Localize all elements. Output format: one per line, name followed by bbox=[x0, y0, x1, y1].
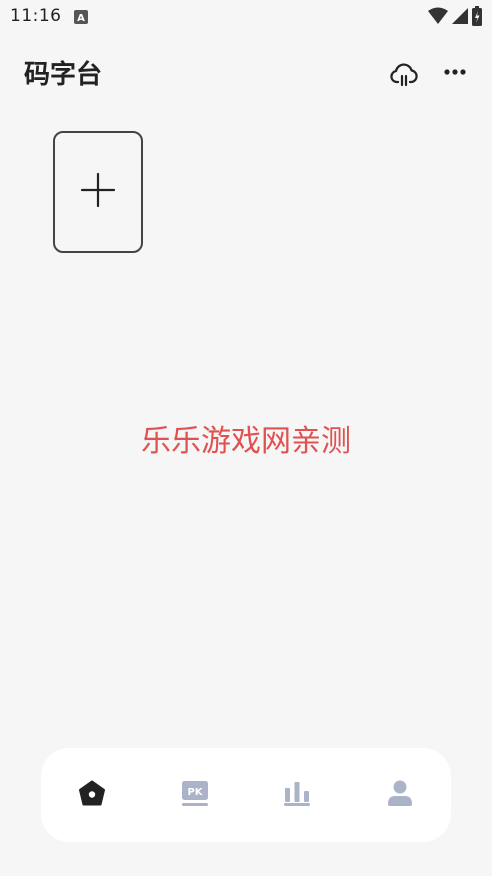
svg-text:PK: PK bbox=[187, 787, 203, 798]
more-icon bbox=[440, 69, 472, 94]
battery-icon bbox=[472, 6, 482, 30]
accessibility-notification-icon: A bbox=[74, 9, 88, 28]
pk-icon: PK bbox=[180, 778, 210, 812]
svg-text:A: A bbox=[77, 13, 85, 24]
status-time: 11:16 bbox=[10, 6, 62, 26]
wifi-icon bbox=[428, 7, 448, 29]
signal-icon bbox=[452, 7, 468, 29]
app-title: 码字台 bbox=[24, 60, 103, 90]
cloud-sync-button[interactable] bbox=[388, 58, 420, 90]
nav-item-home[interactable] bbox=[62, 765, 122, 825]
plus-icon bbox=[80, 172, 116, 212]
more-button[interactable] bbox=[440, 58, 472, 90]
nav-item-stats[interactable] bbox=[267, 765, 327, 825]
bar-chart-icon bbox=[282, 778, 312, 812]
nav-item-profile[interactable] bbox=[370, 765, 430, 825]
cloud-sync-icon bbox=[388, 63, 420, 94]
add-book-card[interactable] bbox=[53, 131, 143, 253]
status-bar: 11:16 A bbox=[0, 0, 492, 34]
nav-item-pk[interactable]: PK bbox=[165, 765, 225, 825]
home-icon bbox=[77, 778, 107, 812]
status-icons bbox=[428, 6, 482, 30]
person-icon bbox=[385, 778, 415, 812]
bottom-nav: PK bbox=[41, 748, 451, 842]
watermark-text: 乐乐游戏网亲测 bbox=[141, 424, 351, 459]
